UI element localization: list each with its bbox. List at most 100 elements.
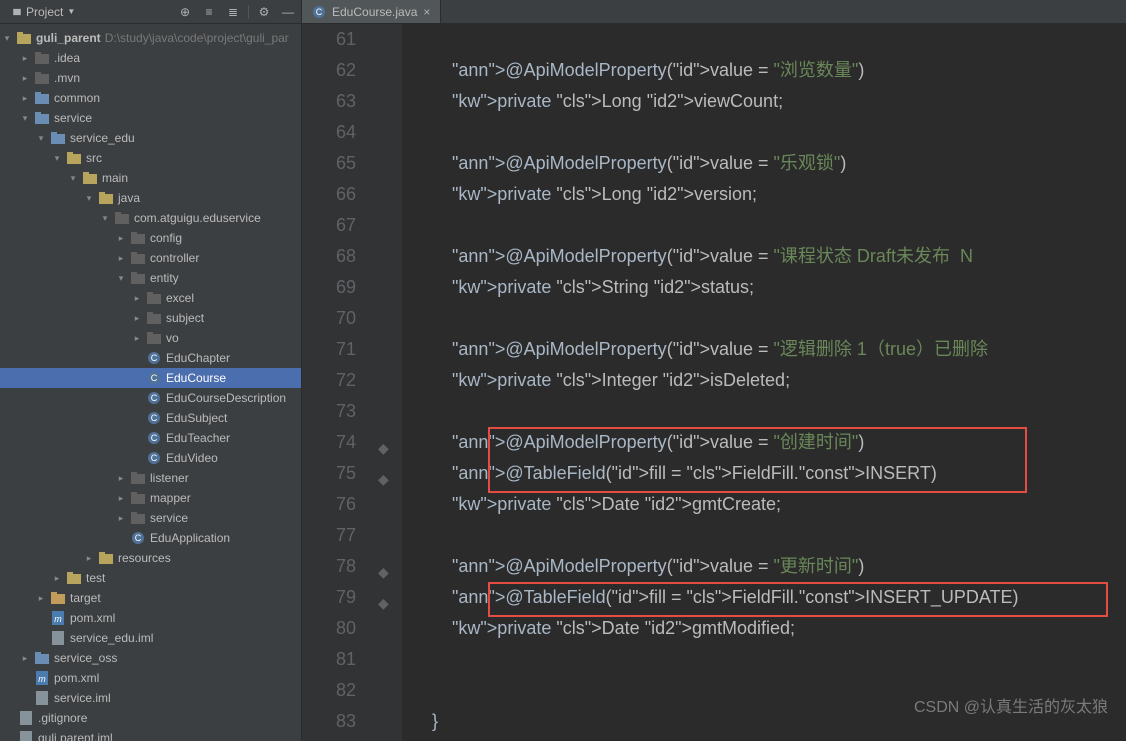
- editor-tabs: C EduCourse.java ×: [302, 0, 1126, 24]
- chevron-icon[interactable]: ▸: [132, 333, 142, 344]
- chevron-icon[interactable]: ▾: [100, 213, 110, 224]
- code-line[interactable]: "kw">private "cls">Integer "id2">isDelet…: [412, 365, 1126, 396]
- tree-item-java[interactable]: ▾java: [0, 188, 301, 208]
- tree-item-mapper[interactable]: ▸mapper: [0, 488, 301, 508]
- gutter-mark-icon[interactable]: ◆: [378, 433, 389, 464]
- locate-icon[interactable]: ⊕: [176, 3, 194, 21]
- tree-item-target[interactable]: ▸target: [0, 588, 301, 608]
- tree-item-test[interactable]: ▸test: [0, 568, 301, 588]
- tree-item-controller[interactable]: ▸controller: [0, 248, 301, 268]
- tree-item-educhapter[interactable]: CEduChapter: [0, 348, 301, 368]
- chevron-icon[interactable]: ▸: [116, 493, 126, 504]
- code-line[interactable]: "ann">@ApiModelProperty("id">value = "浏览…: [412, 55, 1126, 86]
- chevron-down-icon[interactable]: ▾: [2, 33, 12, 44]
- tree-item-edusubject[interactable]: CEduSubject: [0, 408, 301, 428]
- chevron-icon[interactable]: ▾: [84, 193, 94, 204]
- chevron-icon[interactable]: ▸: [36, 593, 46, 604]
- code-line[interactable]: "kw">private "cls">String "id2">status;: [412, 272, 1126, 303]
- tree-item-subject[interactable]: ▸subject: [0, 308, 301, 328]
- tree-item-config[interactable]: ▸ config: [0, 228, 301, 248]
- chevron-icon[interactable]: ▸: [116, 513, 126, 524]
- tree-item-main[interactable]: ▾main: [0, 168, 301, 188]
- collapse-icon[interactable]: ≣: [224, 3, 242, 21]
- chevron-icon[interactable]: ▸: [132, 293, 142, 304]
- tree-item-listener[interactable]: ▸ listener: [0, 468, 301, 488]
- tree-item-guli-parent-iml[interactable]: guli parent.iml: [0, 728, 301, 741]
- code-line[interactable]: "ann">@ApiModelProperty("id">value = "创建…: [412, 427, 1126, 458]
- chevron-icon[interactable]: ▾: [52, 153, 62, 164]
- tree-item-educoursedescription[interactable]: CEduCourseDescription: [0, 388, 301, 408]
- tree-item-eduteacher[interactable]: CEduTeacher: [0, 428, 301, 448]
- gutter-mark-icon[interactable]: ◆: [378, 588, 389, 619]
- code-line[interactable]: "kw">private "cls">Long "id2">version;: [412, 179, 1126, 210]
- tree-item-service-edu-iml[interactable]: service_edu.iml: [0, 628, 301, 648]
- code-line[interactable]: "kw">private "cls">Date "id2">gmtModifie…: [412, 613, 1126, 644]
- hide-icon[interactable]: —: [279, 3, 297, 21]
- chevron-icon[interactable]: ▸: [116, 253, 126, 264]
- code-line[interactable]: "ann">@TableField("id">fill = "cls">Fiel…: [412, 458, 1126, 489]
- tree-item-label: .idea: [54, 51, 80, 65]
- chevron-icon[interactable]: ▸: [20, 653, 30, 664]
- tree-item-src[interactable]: ▾src: [0, 148, 301, 168]
- code-line[interactable]: [412, 117, 1126, 148]
- tree-item-com-atguigu-eduservice[interactable]: ▾com.atguigu.eduservice: [0, 208, 301, 228]
- code-line[interactable]: "ann">@ApiModelProperty("id">value = "乐观…: [412, 148, 1126, 179]
- tree-item-common[interactable]: ▸common: [0, 88, 301, 108]
- tree-item--gitignore[interactable]: .gitignore: [0, 708, 301, 728]
- gutter-mark-icon[interactable]: ◆: [378, 557, 389, 588]
- code-line[interactable]: "kw">private "cls">Long "id2">viewCount;: [412, 86, 1126, 117]
- chevron-icon[interactable]: ▸: [20, 73, 30, 84]
- gear-icon[interactable]: ⚙: [255, 3, 273, 21]
- code-line[interactable]: [412, 520, 1126, 551]
- chevron-icon[interactable]: ▸: [132, 313, 142, 324]
- chevron-icon[interactable]: ▸: [20, 53, 30, 64]
- tree-item-service[interactable]: ▾service: [0, 108, 301, 128]
- chevron-icon[interactable]: ▾: [68, 173, 78, 184]
- expand-icon[interactable]: ≡: [200, 3, 218, 21]
- tree-item-service[interactable]: ▸service: [0, 508, 301, 528]
- code-line[interactable]: "ann">@ApiModelProperty("id">value = "逻辑…: [412, 334, 1126, 365]
- code-line[interactable]: [412, 24, 1126, 55]
- project-tree[interactable]: ▾ guli_parent D:\study\java\code\project…: [0, 24, 301, 741]
- code-editor[interactable]: 6162636465666768697071727374757677787980…: [302, 24, 1126, 741]
- tree-item-eduvideo[interactable]: CEduVideo: [0, 448, 301, 468]
- chevron-icon[interactable]: ▸: [116, 233, 126, 244]
- chevron-icon[interactable]: ▸: [84, 553, 94, 564]
- chevron-icon[interactable]: ▸: [116, 473, 126, 484]
- tree-item-pom-xml[interactable]: mpom.xml: [0, 608, 301, 628]
- tree-item-vo[interactable]: ▸vo: [0, 328, 301, 348]
- tree-item-eduapplication[interactable]: CEduApplication: [0, 528, 301, 548]
- gutter-mark-icon[interactable]: ◆: [378, 464, 389, 495]
- chevron-icon[interactable]: ▾: [116, 273, 126, 284]
- tab-educourse[interactable]: C EduCourse.java ×: [302, 0, 441, 23]
- tree-item-entity[interactable]: ▾entity: [0, 268, 301, 288]
- tree-item-excel[interactable]: ▸excel: [0, 288, 301, 308]
- chevron-icon[interactable]: ▸: [52, 573, 62, 584]
- code-line[interactable]: "ann">@ApiModelProperty("id">value = "课程…: [412, 241, 1126, 272]
- project-tool-label[interactable]: Project ▼: [4, 3, 83, 21]
- tree-root[interactable]: ▾ guli_parent D:\study\java\code\project…: [0, 28, 301, 48]
- folder-icon: [146, 290, 162, 306]
- tree-item-service-oss[interactable]: ▸service_oss: [0, 648, 301, 668]
- tree-item-service-edu[interactable]: ▾service_edu: [0, 128, 301, 148]
- code-line[interactable]: [412, 210, 1126, 241]
- code-line[interactable]: [412, 303, 1126, 334]
- chevron-icon[interactable]: ▾: [20, 113, 30, 124]
- tree-item-service-iml[interactable]: service.iml: [0, 688, 301, 708]
- code-line[interactable]: [412, 644, 1126, 675]
- tree-item-educourse[interactable]: CEduCourse: [0, 368, 301, 388]
- chevron-icon[interactable]: ▸: [20, 93, 30, 104]
- tree-item-pom-xml[interactable]: mpom.xml: [0, 668, 301, 688]
- code-area[interactable]: "ann">@ApiModelProperty("id">value = "浏览…: [402, 24, 1126, 741]
- tree-item-resources[interactable]: ▸resources: [0, 548, 301, 568]
- code-line[interactable]: [412, 396, 1126, 427]
- tree-item-label: config: [150, 231, 182, 245]
- code-line[interactable]: "kw">private "cls">Date "id2">gmtCreate;: [412, 489, 1126, 520]
- close-icon[interactable]: ×: [423, 5, 430, 19]
- code-line[interactable]: "ann">@TableField("id">fill = "cls">Fiel…: [412, 582, 1126, 613]
- tree-item--idea[interactable]: ▸ .idea: [0, 48, 301, 68]
- tree-item--mvn[interactable]: ▸.mvn: [0, 68, 301, 88]
- code-line[interactable]: "ann">@ApiModelProperty("id">value = "更新…: [412, 551, 1126, 582]
- chevron-icon[interactable]: ▾: [36, 133, 46, 144]
- tree-item-label: listener: [150, 471, 189, 485]
